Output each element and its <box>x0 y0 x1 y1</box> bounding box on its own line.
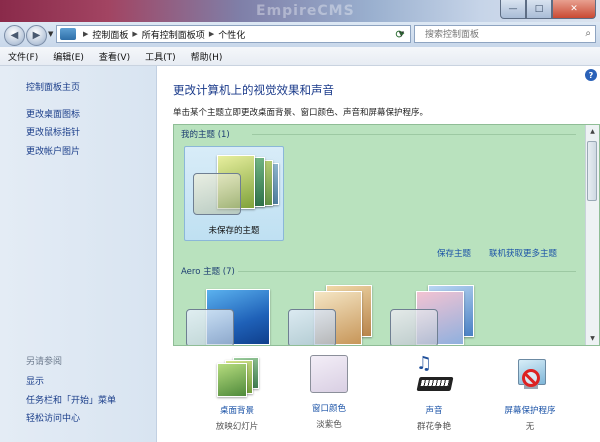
wallpaper-thumbnail <box>217 363 247 397</box>
breadcrumb-item[interactable]: 控制面板 <box>92 28 128 41</box>
address-toolbar: ◀ ▶ ▼ ▶ 控制面板 ▶ 所有控制面板项 ▶ 个性化 ▼ ⟳ ⌕ <box>0 22 600 47</box>
window-color-title: 窗口颜色 <box>311 404 346 414</box>
theme-components-bar: 桌面背景 放映幻灯片 窗口颜色 淡紫色 ♫ 声音 群花争艳 屏幕保护程序 无 <box>157 349 600 442</box>
sound-value: 群花争艳 <box>416 422 451 432</box>
menu-help[interactable]: 帮助(H) <box>191 50 223 63</box>
screen-saver-item[interactable]: 屏幕保护程序 无 <box>480 349 580 432</box>
search-icon[interactable]: ⌕ <box>585 28 591 39</box>
breadcrumb-item[interactable]: 个性化 <box>218 28 245 41</box>
recent-pages-dropdown[interactable]: ▼ <box>48 30 53 38</box>
breadcrumb-item[interactable]: 所有控制面板项 <box>142 28 205 41</box>
theme-thumbnail-stack <box>193 155 279 215</box>
sidebar-link-home[interactable]: 控制面板主页 <box>26 80 80 93</box>
close-button[interactable]: ✕ <box>552 0 596 19</box>
arrow-right-icon: ▶ <box>32 30 41 41</box>
window-color-item[interactable]: 窗口颜色 淡紫色 <box>279 349 379 430</box>
unsaved-theme-tile[interactable]: 未保存的主题 <box>184 146 284 241</box>
help-icon[interactable]: ? <box>585 69 597 81</box>
sound-item[interactable]: ♫ 声音 群花争艳 <box>384 349 484 432</box>
sidebar-link-ease-of-access[interactable]: 轻松访问中心 <box>26 411 80 424</box>
search-box[interactable]: ⌕ <box>414 25 596 43</box>
maximize-button[interactable]: □ <box>526 0 552 19</box>
my-themes-header: 我的主题 (1) <box>181 130 230 140</box>
chevron-right-icon[interactable]: ▶ <box>132 30 137 38</box>
desktop-background-title: 桌面背景 <box>219 406 254 416</box>
page-description: 单击某个主题立即更改桌面背景、窗口颜色、声音和屏幕保护程序。 <box>173 108 429 118</box>
scrollbar-thumb[interactable] <box>587 141 597 201</box>
group-divider <box>238 271 576 272</box>
page-title: 更改计算机上的视觉效果和声音 <box>173 83 334 97</box>
save-theme-link[interactable]: 保存主题 <box>437 247 471 259</box>
sidebar-link-desktop-icons[interactable]: 更改桌面图标 <box>26 107 80 120</box>
no-entry-icon <box>522 369 540 387</box>
menu-edit[interactable]: 编辑(E) <box>53 50 84 63</box>
scroll-down-icon[interactable]: ▼ <box>586 332 599 345</box>
chevron-right-icon[interactable]: ▶ <box>209 30 214 38</box>
menu-bar: 文件(F) 编辑(E) 查看(V) 工具(T) 帮助(H) <box>0 47 600 66</box>
menu-tools[interactable]: 工具(T) <box>145 50 176 63</box>
desktop-background-item[interactable]: 桌面背景 放映幻灯片 <box>187 349 287 432</box>
group-divider <box>252 134 576 135</box>
menu-view[interactable]: 查看(V) <box>99 50 130 63</box>
sidebar-link-taskbar[interactable]: 任务栏和「开始」菜单 <box>26 393 116 406</box>
scroll-up-icon[interactable]: ▲ <box>586 125 599 138</box>
main-content: ? 更改计算机上的视觉效果和声音 单击某个主题立即更改桌面背景、窗口颜色、声音和… <box>157 66 600 442</box>
watermark: EmpireCMS <box>256 3 355 19</box>
window-controls: — □ ✕ <box>500 0 596 19</box>
window-color-value: 淡紫色 <box>316 420 342 430</box>
sidebar-link-mouse-pointer[interactable]: 更改鼠标指针 <box>26 125 80 138</box>
keyboard-icon <box>416 377 454 391</box>
aero-themes-header: Aero 主题 (7) <box>181 267 235 277</box>
window-glass-preview <box>193 173 241 215</box>
minimize-button[interactable]: — <box>500 0 526 19</box>
back-button[interactable]: ◀ <box>4 25 25 46</box>
vertical-scrollbar[interactable]: ▲ ▼ <box>585 125 599 345</box>
see-also-title: 另请参阅 <box>26 357 63 367</box>
no-entry-slash <box>524 372 537 386</box>
unsaved-theme-label: 未保存的主题 <box>208 226 260 236</box>
theme-list: 我的主题 (1) 未保存的主题 保存主题 联机获取更多主题 Aero 主题 (7… <box>173 124 600 346</box>
aero-theme-tile[interactable] <box>388 285 476 345</box>
forward-button[interactable]: ▶ <box>26 25 47 46</box>
title-bar: EmpireCMS — □ ✕ <box>0 0 600 22</box>
sound-icon: ♫ <box>414 353 454 395</box>
address-field[interactable]: ▶ 控制面板 ▶ 所有控制面板项 ▶ 个性化 ▼ <box>56 25 411 43</box>
aero-theme-tile[interactable] <box>286 285 374 345</box>
piano-keys <box>420 380 450 386</box>
chevron-right-icon[interactable]: ▶ <box>83 30 88 38</box>
menu-file[interactable]: 文件(F) <box>8 50 38 63</box>
control-panel-icon <box>60 28 76 40</box>
search-input[interactable] <box>423 27 577 43</box>
sound-title: 声音 <box>425 406 443 416</box>
window-color-icon <box>310 355 348 393</box>
window-glass-preview <box>288 309 336 345</box>
sidebar-link-account-picture[interactable]: 更改帐户图片 <box>26 144 80 157</box>
desktop-background-value: 放映幻灯片 <box>215 422 259 432</box>
sidebar: 控制面板主页 更改桌面图标 更改鼠标指针 更改帐户图片 另请参阅 显示 任务栏和… <box>0 66 157 442</box>
window-glass-preview <box>186 309 234 345</box>
aero-theme-tile[interactable] <box>184 285 272 345</box>
screen-saver-value: 无 <box>525 422 535 432</box>
screen-saver-title: 屏幕保护程序 <box>504 406 556 416</box>
window-glass-preview <box>390 309 438 345</box>
arrow-left-icon: ◀ <box>10 30 19 41</box>
desktop-background-icon <box>217 355 259 397</box>
get-more-themes-link[interactable]: 联机获取更多主题 <box>489 247 557 259</box>
refresh-icon[interactable]: ⟳ <box>392 26 408 42</box>
music-note-icon: ♫ <box>416 353 433 374</box>
sidebar-link-display[interactable]: 显示 <box>26 374 44 387</box>
screen-saver-icon <box>510 355 550 395</box>
